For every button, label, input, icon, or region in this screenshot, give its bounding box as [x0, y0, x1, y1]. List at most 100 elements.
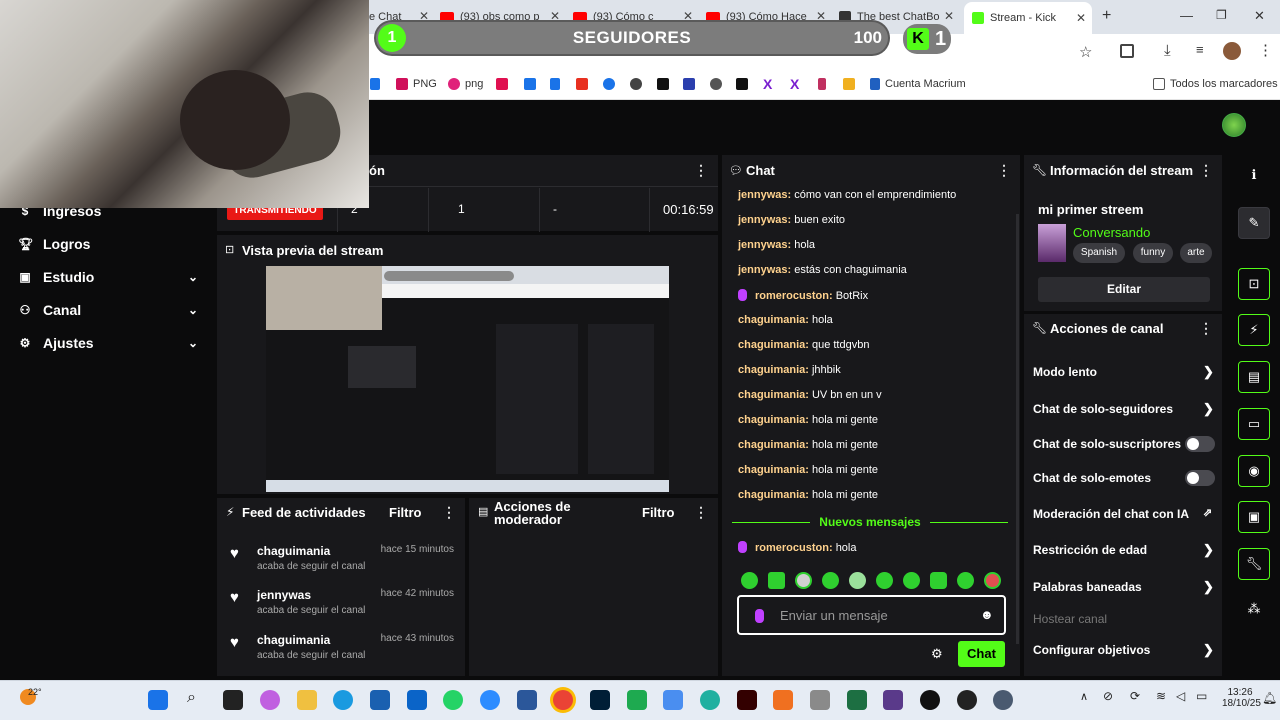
- info-icon[interactable]: ℹ: [1238, 160, 1270, 192]
- emote-icon[interactable]: [741, 572, 758, 589]
- more-icon[interactable]: ⋮: [997, 162, 1011, 179]
- minimize-icon[interactable]: —: [1180, 8, 1193, 23]
- user-avatar[interactable]: [1222, 113, 1246, 137]
- app-icon[interactable]: [883, 690, 903, 710]
- bookmark[interactable]: [736, 78, 753, 90]
- battery-icon[interactable]: ▭: [1196, 689, 1207, 703]
- tray-chevron-icon[interactable]: ∧: [1080, 690, 1088, 703]
- menu-icon[interactable]: ⋮: [1258, 41, 1273, 59]
- bookmark[interactable]: [843, 78, 860, 90]
- preview-icon[interactable]: ⊡: [1238, 268, 1270, 300]
- illustrator-icon[interactable]: [737, 690, 757, 710]
- app-icon[interactable]: [700, 690, 720, 710]
- share-icon[interactable]: ⁂: [1238, 594, 1270, 626]
- sidebar-item-ajustes[interactable]: ⚙ Ajustes ⌄: [18, 335, 198, 351]
- bookmark[interactable]: [576, 78, 593, 90]
- notification-icon[interactable]: 🔔︎: [1262, 691, 1277, 705]
- emote-icon[interactable]: [768, 572, 785, 589]
- more-icon[interactable]: ⋮: [1199, 320, 1213, 337]
- word-icon[interactable]: [517, 690, 537, 710]
- document-icon[interactable]: ▤: [1238, 361, 1270, 393]
- stream-category[interactable]: Conversando: [1073, 225, 1150, 240]
- action-ai-moderation[interactable]: Moderación del chat con IA ⇗: [1033, 507, 1212, 521]
- emoji-icon[interactable]: ☻: [980, 607, 994, 622]
- volume-icon[interactable]: ◁: [1176, 689, 1185, 703]
- more-icon[interactable]: ⋮: [1199, 162, 1213, 179]
- settings-icon[interactable]: [993, 690, 1013, 710]
- emote-icon[interactable]: [984, 572, 1001, 589]
- emote-icon[interactable]: [822, 572, 839, 589]
- tag-chip[interactable]: arte: [1180, 243, 1212, 263]
- chrome-icon[interactable]: [553, 690, 573, 710]
- obs-icon[interactable]: [957, 690, 977, 710]
- wrench-icon[interactable]: 🔧︎: [1238, 548, 1270, 580]
- x-icon[interactable]: X: [790, 76, 799, 92]
- close-icon[interactable]: ✕: [816, 9, 826, 23]
- bookmark[interactable]: [550, 78, 565, 90]
- emote-icon[interactable]: [930, 572, 947, 589]
- action-configure-goals[interactable]: Configurar objetivos ❯: [1033, 642, 1214, 657]
- bookmark[interactable]: png: [448, 78, 483, 90]
- file-explorer-icon[interactable]: [297, 690, 317, 710]
- photoshop-icon[interactable]: [590, 690, 610, 710]
- task-view-icon[interactable]: [223, 690, 243, 710]
- media-control-icon[interactable]: ≡: [1196, 42, 1204, 57]
- close-icon[interactable]: ✕: [550, 9, 560, 23]
- chat-bubble-icon[interactable]: ▭: [1238, 408, 1270, 440]
- emote-icon[interactable]: [957, 572, 974, 589]
- window-close-icon[interactable]: ✕: [1254, 8, 1265, 24]
- send-chat-button[interactable]: Chat: [958, 641, 1005, 667]
- tag-chip[interactable]: funny: [1133, 243, 1173, 263]
- wifi-icon[interactable]: ≋: [1156, 689, 1166, 703]
- bookmark[interactable]: [710, 78, 727, 90]
- calculator-icon[interactable]: [810, 690, 830, 710]
- whatsapp-icon[interactable]: [443, 690, 463, 710]
- tag-chip[interactable]: Spanish: [1073, 243, 1125, 263]
- browser-tab-active[interactable]: Stream - Kick ✕: [964, 2, 1092, 34]
- chat-scrollbar[interactable]: [1016, 214, 1019, 644]
- search-icon[interactable]: ⌕: [187, 689, 196, 707]
- close-icon[interactable]: ✕: [683, 9, 693, 23]
- action-host-channel[interactable]: Hostear canal: [1033, 612, 1107, 626]
- gear-icon[interactable]: ⚙: [931, 646, 943, 662]
- bookmark[interactable]: [683, 78, 700, 90]
- stream-preview-video[interactable]: [266, 266, 669, 492]
- maximize-icon[interactable]: ❐: [1216, 8, 1227, 22]
- download-icon[interactable]: ⤓: [1164, 42, 1171, 59]
- store-icon[interactable]: [370, 690, 390, 710]
- bookmark[interactable]: [603, 78, 620, 90]
- close-icon[interactable]: ✕: [1076, 11, 1086, 25]
- app-icon[interactable]: [627, 690, 647, 710]
- app-icon[interactable]: [773, 690, 793, 710]
- action-slow-mode[interactable]: Modo lento ❯: [1033, 364, 1214, 379]
- emote-icon[interactable]: [849, 572, 866, 589]
- edge-icon[interactable]: [333, 690, 353, 710]
- close-icon[interactable]: ✕: [944, 9, 954, 23]
- tray-icon[interactable]: ⟳: [1130, 689, 1140, 703]
- action-emotes-only[interactable]: Chat de solo-emotes: [1033, 471, 1151, 485]
- sidebar-item-logros[interactable]: 🏆︎ Logros: [18, 236, 198, 252]
- bookmark[interactable]: [524, 78, 541, 90]
- more-icon[interactable]: ⋮: [694, 504, 708, 521]
- edit-icon[interactable]: ✎: [1238, 207, 1270, 239]
- edit-button[interactable]: Editar: [1038, 277, 1210, 302]
- emote-icon[interactable]: [795, 572, 812, 589]
- extensions-icon[interactable]: [1120, 44, 1134, 58]
- bookmark[interactable]: [818, 78, 831, 90]
- emote-icon[interactable]: [903, 572, 920, 589]
- emotes-only-toggle[interactable]: [1185, 470, 1215, 486]
- lightning-icon[interactable]: ⚡︎: [1238, 314, 1270, 346]
- more-icon[interactable]: ⋮: [442, 504, 456, 521]
- new-tab-icon[interactable]: +: [1102, 7, 1111, 25]
- excel-icon[interactable]: [847, 690, 867, 710]
- tiktok-icon[interactable]: [920, 690, 940, 710]
- copilot-icon[interactable]: [260, 690, 280, 710]
- new-messages-divider[interactable]: Nuevos mensajes: [732, 514, 1008, 530]
- mod-filter-button[interactable]: Filtro: [642, 505, 675, 520]
- mod-icon[interactable]: ▣: [1238, 501, 1270, 533]
- close-icon[interactable]: ✕: [419, 9, 429, 23]
- activity-filter-button[interactable]: Filtro: [389, 505, 422, 520]
- tray-icon[interactable]: ⊘: [1103, 689, 1113, 703]
- star-icon[interactable]: ☆: [1079, 43, 1092, 61]
- zoom-icon[interactable]: [480, 690, 500, 710]
